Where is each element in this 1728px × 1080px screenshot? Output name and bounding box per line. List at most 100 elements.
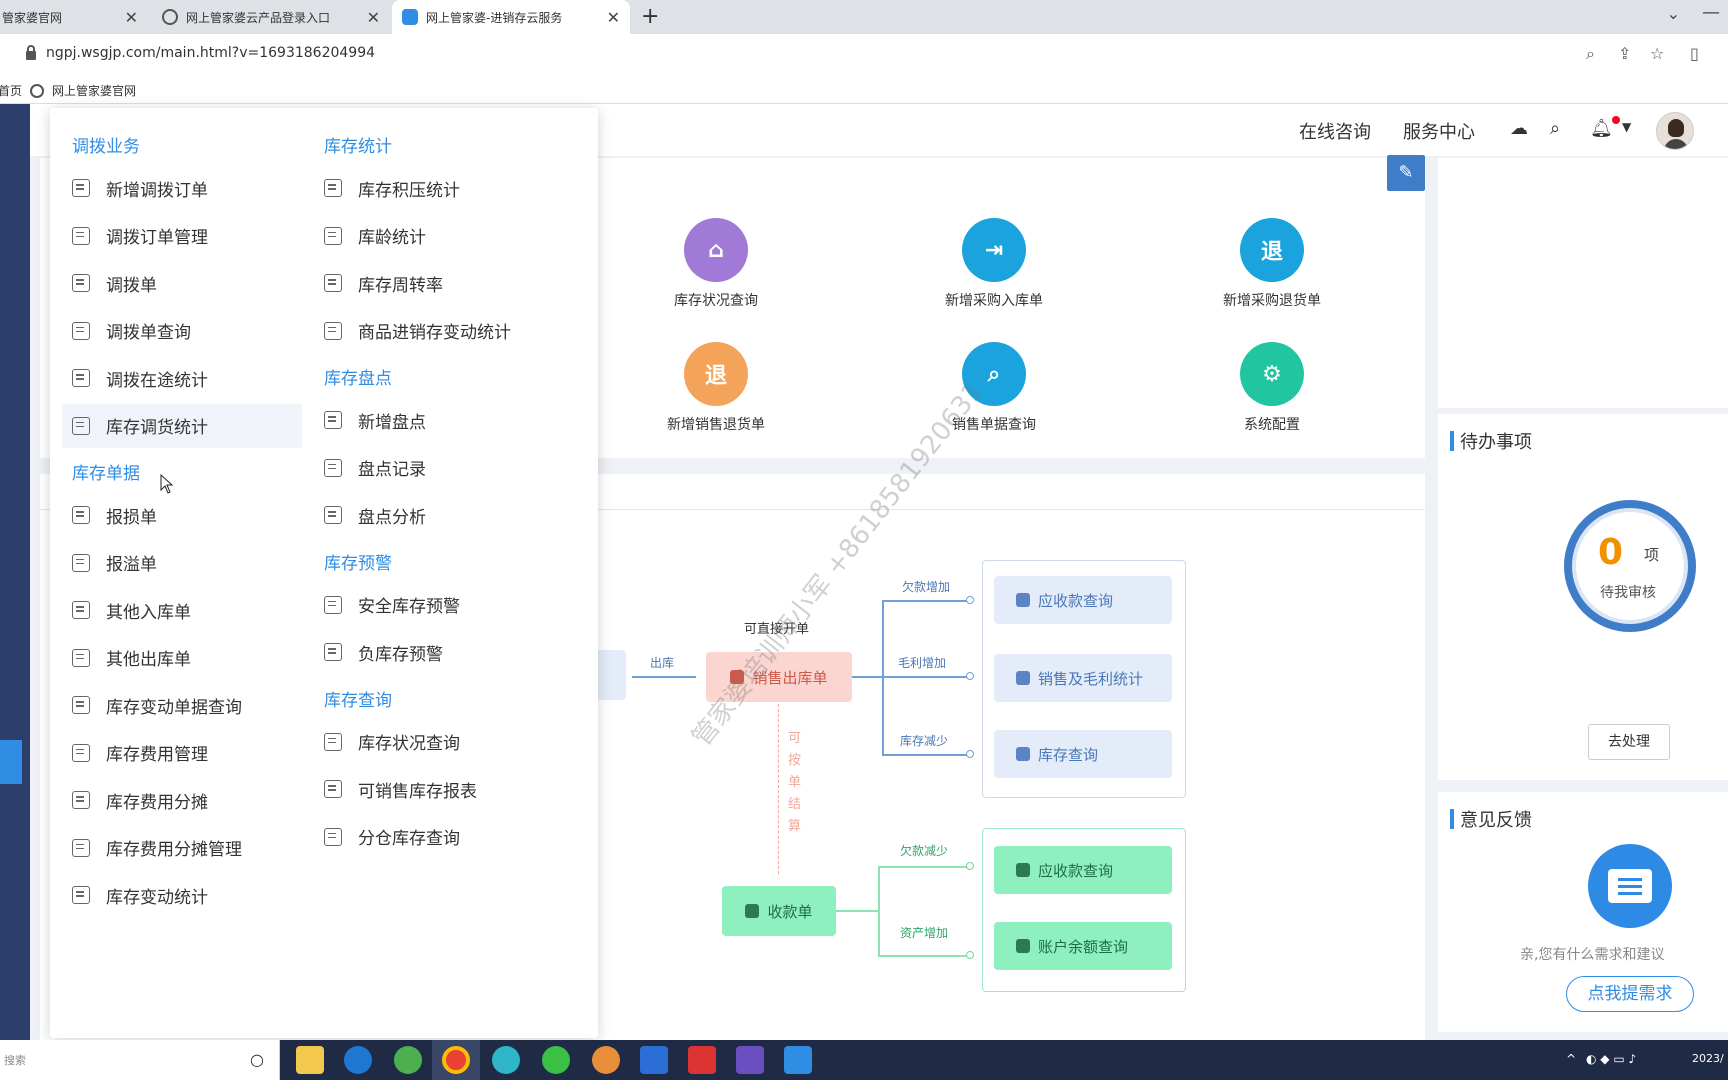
close-icon[interactable]: ✕ [125, 8, 138, 27]
menu-item[interactable]: 报溢单 [62, 541, 302, 585]
quick-action-item[interactable]: 退新增销售退货单 [636, 342, 796, 434]
wps-icon[interactable] [688, 1046, 716, 1074]
ie-browser-icon[interactable] [344, 1046, 372, 1074]
menu-item-label: 分仓库存查询 [358, 829, 460, 849]
menu-item[interactable]: 调拨单查询 [62, 309, 302, 353]
close-icon[interactable]: ✕ [367, 8, 380, 27]
edge-icon[interactable] [492, 1046, 520, 1074]
tab-list-chevron-icon[interactable]: ⌄ [1667, 4, 1680, 23]
bell-icon[interactable]: 🔔︎ [1590, 118, 1613, 139]
menu-item[interactable]: 库存周转率 [314, 261, 554, 305]
quick-action-item[interactable]: ⚙ 系统配置 [1192, 342, 1352, 434]
quick-action-label: 新增销售退货单 [667, 417, 765, 433]
avatar[interactable] [1656, 112, 1694, 150]
chevron-down-icon[interactable]: ▼ [1622, 120, 1631, 134]
menu-item[interactable]: 库存变动单据查询 [62, 683, 302, 727]
todo-ring [1564, 500, 1696, 632]
menu-item[interactable]: 库存积压统计 [314, 166, 554, 210]
inventory-query-button[interactable]: 库存查询 [994, 730, 1172, 778]
green-app-icon[interactable] [394, 1046, 422, 1074]
menu-item[interactable]: 其他出库单 [62, 636, 302, 680]
receivables-query-green-button[interactable]: 应收款查询 [994, 846, 1172, 894]
menu-item-label: 商品进销存变动统计 [358, 323, 511, 343]
menu-item-icon [72, 791, 90, 809]
online-consult-link[interactable]: 在线咨询 [1299, 118, 1371, 144]
share-icon[interactable]: ⇪ [1618, 44, 1631, 63]
wechat-icon[interactable] [542, 1046, 570, 1074]
left-nav-active-item[interactable] [0, 740, 22, 784]
browser-tab[interactable]: 网上管家婆云产品登录入口 ✕ [152, 0, 390, 34]
menu-item-label: 库存费用分摊 [106, 792, 208, 813]
menu-item[interactable]: 库存状况查询 [314, 720, 554, 764]
feedback-submit-button[interactable]: 点我提需求 [1566, 976, 1694, 1012]
menu-item[interactable]: 调拨单 [62, 261, 302, 305]
menu-item[interactable]: 调拨订单管理 [62, 214, 302, 258]
menu-item[interactable]: 可销售库存报表 [314, 767, 554, 811]
todo-process-button[interactable]: 去处理 [1588, 724, 1670, 760]
receipt-node[interactable]: 收款单 [722, 886, 836, 936]
url-field[interactable]: ngpj.wsgjp.com/main.html?v=1693186204994 [26, 44, 375, 61]
blue-app-icon[interactable] [784, 1046, 812, 1074]
image-app-icon[interactable] [736, 1046, 764, 1074]
bookmark-item[interactable]: 网上管家婆官网 [30, 82, 136, 99]
menu-item-icon [324, 179, 342, 197]
account-balance-query-button[interactable]: 账户余额查询 [994, 922, 1172, 970]
zoom-icon[interactable]: ⌕ [1586, 44, 1595, 64]
quick-action-item[interactable]: ⇥ 新增采购入库单 [914, 218, 1074, 310]
cloud-download-icon[interactable]: ☁ [1510, 118, 1528, 139]
service-center-link[interactable]: 服务中心 [1403, 118, 1475, 144]
menu-item[interactable]: 库存调货统计 [62, 403, 302, 448]
flow-label-outbound: 出库 [650, 656, 675, 670]
quick-action-item[interactable]: ⌂ 库存状况查询 [636, 218, 796, 310]
new-tab-icon[interactable]: + [641, 4, 659, 29]
menu-item[interactable]: 新增盘点 [314, 398, 554, 442]
tray-icons[interactable]: ◐ ◆ ▭ ♪ [1586, 1052, 1636, 1066]
orange-app-icon[interactable] [592, 1046, 620, 1074]
menu-item[interactable]: 商品进销存变动统计 [314, 309, 554, 353]
menu-item[interactable]: 盘点分析 [314, 493, 554, 537]
edit-pencil-button[interactable]: ✎ [1387, 155, 1425, 191]
menu-item[interactable]: 负库存预警 [314, 630, 554, 674]
search-icon[interactable]: ⌕ [1550, 118, 1560, 139]
menu-item[interactable]: 调拨在途统计 [62, 356, 302, 400]
menu-item[interactable]: 其他入库单 [62, 588, 302, 632]
menu-item-icon [324, 411, 342, 429]
menu-item[interactable]: 库存费用管理 [62, 731, 302, 775]
button-label: 应收款查询 [1038, 591, 1114, 610]
star-icon[interactable]: ☆ [1650, 44, 1664, 63]
shield-icon [1016, 593, 1030, 607]
flow-node-partial[interactable] [596, 650, 626, 700]
flow-connector [878, 866, 880, 956]
sales-margin-stats-button[interactable]: 销售及毛利统计 [994, 654, 1172, 702]
close-icon[interactable]: ✕ [607, 8, 620, 27]
chrome-icon[interactable] [442, 1046, 470, 1074]
menu-item[interactable]: 库存费用分摊 [62, 778, 302, 822]
tray-chevron-icon[interactable]: ^ [1566, 1052, 1576, 1066]
menu-item-icon [72, 369, 90, 387]
menu-item[interactable]: 库存费用分摊管理 [62, 826, 302, 870]
browser-tab-active[interactable]: 网上管家婆-进销存云服务 ✕ [392, 0, 630, 34]
cortana-icon[interactable]: ○ [250, 1050, 264, 1069]
os-taskbar: 搜索 ○ ^ ◐ ◆ ▭ ♪ 2023/ [0, 1040, 1728, 1080]
clock: 2023/ [1692, 1052, 1724, 1065]
menu-item[interactable]: 报损单 [62, 493, 302, 537]
inventory-menu-dropdown: 调拨业务 新增调拨订单 调拨订单管理 调拨单 调拨单查询 调拨在途统计 库存调货统计 库存单据… [50, 108, 598, 1038]
minimize-icon[interactable]: — [1702, 2, 1720, 23]
receivables-query-button[interactable]: 应收款查询 [994, 576, 1172, 624]
menu-item[interactable]: 新增调拨订单 [62, 166, 302, 210]
menu-item[interactable]: 分仓库存查询 [314, 815, 554, 859]
sidepanel-icon[interactable]: ▯ [1690, 44, 1699, 63]
browser-tab[interactable]: 管家婆官网 ✕ [0, 0, 148, 34]
settle-char: 可 [788, 731, 802, 746]
menu-item[interactable]: 库龄统计 [314, 214, 554, 258]
quick-action-item[interactable]: 退新增采购退货单 [1192, 218, 1352, 310]
menu-item-label: 盘点分析 [358, 507, 426, 528]
mail-icon[interactable] [640, 1046, 668, 1074]
bookmark-item[interactable]: 首页 [0, 82, 22, 99]
menu-item[interactable]: 安全库存预警 [314, 583, 554, 627]
taskbar-search-input[interactable]: 搜索 [0, 1040, 280, 1080]
menu-item[interactable]: 库存变动统计 [62, 873, 302, 917]
lock-icon [26, 44, 36, 60]
menu-item[interactable]: 盘点记录 [314, 446, 554, 490]
file-explorer-icon[interactable] [296, 1046, 324, 1074]
